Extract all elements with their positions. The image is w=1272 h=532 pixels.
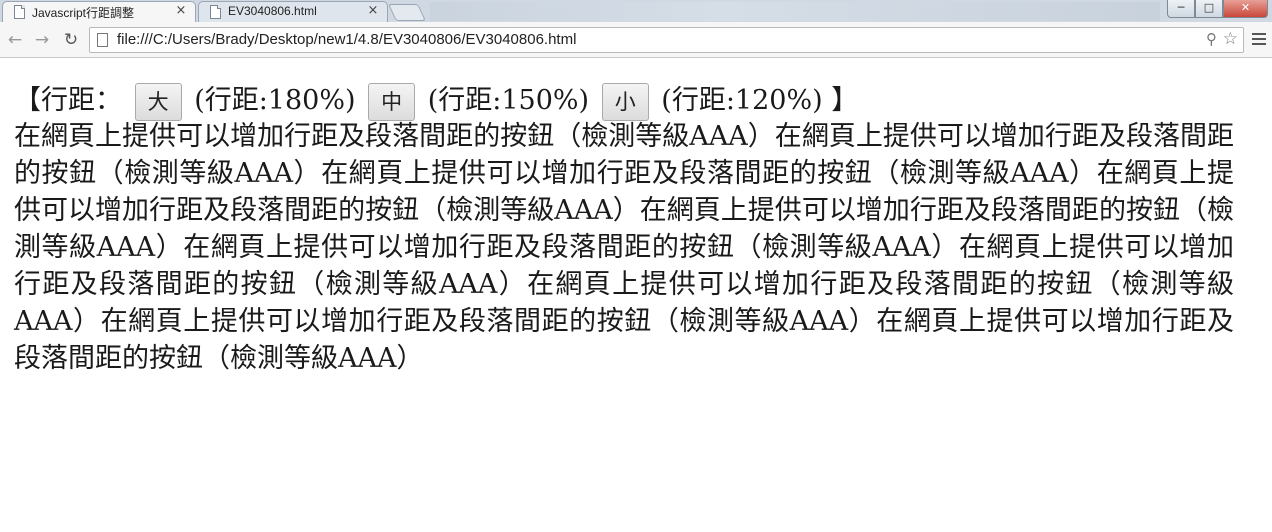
zoom-icon[interactable]: ⚲ xyxy=(1206,30,1217,48)
large-spacing-button[interactable]: 大 xyxy=(134,82,182,121)
blurred-tab-strip xyxy=(430,2,1160,21)
controls-close-label: 】 xyxy=(831,85,859,116)
small-spacing-note: (行距:120%) xyxy=(661,85,823,116)
url-text[interactable]: file:///C:/Users/Brady/Desktop/new1/4.8/… xyxy=(117,31,576,48)
tab-ev3040806[interactable]: EV3040806.html × xyxy=(198,1,388,22)
reload-icon[interactable]: ↻ xyxy=(61,30,81,50)
tab-javascript-line-spacing[interactable]: Javascript行距調整 × xyxy=(2,1,196,22)
close-tab-icon[interactable]: × xyxy=(366,3,380,18)
tab-title: EV3040806.html xyxy=(228,4,317,18)
page-icon xyxy=(97,33,108,47)
controls-open-label: 【行距： xyxy=(14,85,122,116)
close-tab-icon[interactable]: × xyxy=(174,3,188,18)
medium-spacing-note: (行距:150%) xyxy=(427,85,590,116)
body-paragraph: 在網頁上提供可以增加行距及段落間距的按鈕（檢測等級AAA）在網頁上提供可以增加行… xyxy=(14,121,1234,374)
maximize-button[interactable]: □ xyxy=(1195,0,1223,18)
small-spacing-button[interactable]: 小 xyxy=(601,82,649,121)
new-tab-button[interactable] xyxy=(388,4,426,21)
forward-icon[interactable]: → xyxy=(32,30,52,50)
line-spacing-controls: 【行距： 大 (行距:180%) 中 (行距:150%) 小 (行距:120%)… xyxy=(14,80,1234,122)
window-close-button[interactable]: ✕ xyxy=(1223,0,1268,18)
page-icon xyxy=(210,5,221,19)
back-icon[interactable]: ← xyxy=(5,30,25,50)
minimize-button[interactable]: ─ xyxy=(1167,0,1195,18)
page-icon xyxy=(14,5,25,19)
browser-toolbar: ← → ↻ file:///C:/Users/Brady/Desktop/new… xyxy=(0,22,1272,58)
star-icon[interactable]: ☆ xyxy=(1223,29,1238,49)
page-content: 【行距： 大 (行距:180%) 中 (行距:150%) 小 (行距:120%)… xyxy=(14,80,1234,377)
tab-title: Javascript行距調整 xyxy=(32,6,135,20)
address-bar[interactable]: file:///C:/Users/Brady/Desktop/new1/4.8/… xyxy=(89,27,1244,53)
large-spacing-note: (行距:180%) xyxy=(194,85,356,116)
browser-titlebar: Javascript行距調整 × EV3040806.html × ─ □ ✕ xyxy=(0,0,1272,22)
menu-icon[interactable] xyxy=(1251,31,1267,47)
window-controls: ─ □ ✕ xyxy=(1167,0,1268,18)
medium-spacing-button[interactable]: 中 xyxy=(368,82,416,121)
